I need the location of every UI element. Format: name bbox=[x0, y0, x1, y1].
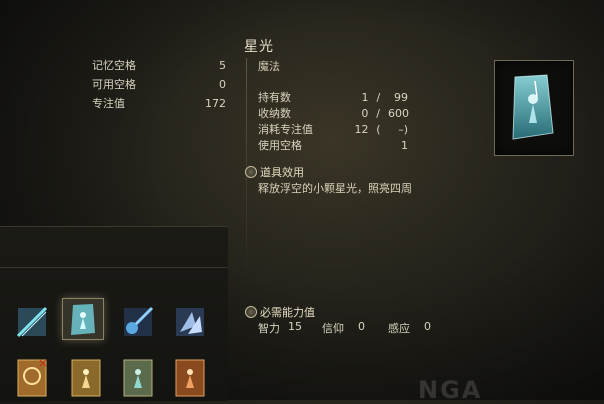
stat-row-available-slots: 可用空格 0 bbox=[92, 75, 226, 94]
property-row-fp-cost: 消耗专注值 12 ( –) bbox=[258, 122, 408, 138]
requirements-list: 智力 15 信仰 0 感应 0 bbox=[258, 320, 444, 336]
property-value-max: 600 bbox=[388, 107, 410, 120]
property-value-max: –) bbox=[398, 123, 408, 136]
property-row-slots-used: 使用空格 1 bbox=[258, 138, 408, 154]
stat-label: 记忆空格 bbox=[92, 59, 136, 72]
stat-label: 可用空格 bbox=[92, 78, 136, 91]
property-separator bbox=[369, 138, 389, 154]
spell-slot-6[interactable] bbox=[66, 356, 106, 397]
golden-incantation-icon bbox=[17, 359, 47, 397]
requirements-icon bbox=[245, 306, 257, 318]
stat-row-fp: 专注值 172 bbox=[92, 94, 226, 113]
blue-spear-spell-icon bbox=[16, 306, 48, 338]
property-row-stored: 收纳数 0 / 600 bbox=[258, 106, 410, 122]
item-type: 魔法 bbox=[258, 60, 280, 73]
spell-slot-8[interactable] bbox=[170, 356, 210, 397]
property-label: 消耗专注值 bbox=[258, 123, 313, 136]
item-properties: 持有数 1 / 99 收纳数 0 / 600 消耗专注值 12 ( –) 使用空… bbox=[258, 90, 410, 154]
item-title: 星光 bbox=[244, 39, 274, 55]
memory-stats: 记忆空格 5 可用空格 0 专注值 172 bbox=[92, 56, 226, 113]
req-label-int: 智力 bbox=[258, 322, 280, 335]
property-value-current bbox=[349, 138, 369, 154]
effect-heading-label: 道具效用 bbox=[260, 166, 304, 179]
req-value-fai: 0 bbox=[358, 320, 365, 333]
teal-figure-incantation-icon bbox=[123, 359, 153, 397]
effect-description: 释放浮空的小颗星光，照亮四周 bbox=[258, 182, 412, 195]
stat-row-memory-slots: 记忆空格 5 bbox=[92, 56, 226, 75]
effect-icon bbox=[245, 166, 257, 178]
spell-slot-2-selected[interactable] bbox=[62, 298, 104, 340]
crystal-shards-spell-icon bbox=[176, 308, 204, 336]
spell-slot-7[interactable] bbox=[118, 356, 158, 397]
property-label: 收纳数 bbox=[258, 107, 291, 120]
spell-slot-1[interactable] bbox=[12, 302, 52, 342]
spell-slot-4[interactable] bbox=[170, 302, 210, 342]
property-separator: ( bbox=[376, 123, 381, 136]
property-label: 持有数 bbox=[258, 91, 291, 104]
property-value-max: 99 bbox=[394, 91, 408, 104]
blue-comet-spell-icon bbox=[124, 306, 154, 336]
stat-label: 专注值 bbox=[92, 97, 125, 110]
req-value-int: 15 bbox=[288, 320, 302, 333]
property-label: 使用空格 bbox=[258, 139, 302, 152]
req-value-arc: 0 bbox=[424, 320, 431, 333]
stat-value: 5 bbox=[219, 59, 226, 72]
spell-slot-3[interactable] bbox=[118, 302, 158, 342]
spell-slot-5[interactable] bbox=[12, 356, 52, 397]
property-value-max: 1 bbox=[401, 139, 408, 152]
requirements-heading: 必需能力值 bbox=[245, 304, 315, 320]
property-value-current: 0 bbox=[361, 107, 369, 120]
panel-strip bbox=[0, 267, 228, 268]
req-label-arc: 感应 bbox=[388, 322, 410, 335]
item-preview-frame bbox=[494, 60, 574, 156]
stat-value: 0 bbox=[219, 78, 226, 91]
req-label-fai: 信仰 bbox=[322, 322, 344, 335]
property-value-current: 1 bbox=[361, 91, 369, 104]
golden-figure-incantation-icon bbox=[71, 359, 101, 397]
glintstone-figure-icon bbox=[512, 74, 554, 140]
flame-figure-incantation-icon bbox=[175, 359, 205, 397]
glintstone-figure-spell-icon bbox=[71, 304, 95, 335]
property-value-current: 12 bbox=[354, 123, 369, 136]
property-row-held: 持有数 1 / 99 bbox=[258, 90, 408, 106]
property-separator: / bbox=[376, 91, 381, 104]
stat-value: 172 bbox=[205, 97, 226, 110]
effect-heading: 道具效用 bbox=[245, 164, 304, 180]
requirements-heading-label: 必需能力值 bbox=[260, 306, 315, 319]
property-separator: / bbox=[376, 107, 381, 120]
